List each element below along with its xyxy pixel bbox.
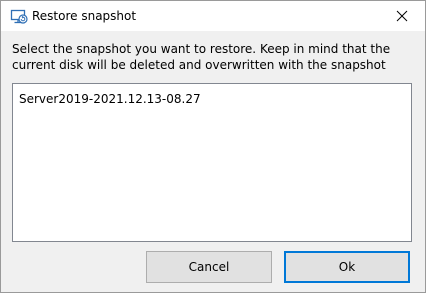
instruction-text: Select the snapshot you want to restore.… [12, 42, 391, 72]
restore-snapshot-dialog: Restore snapshot Select the snapshot you… [0, 0, 426, 293]
virtual-machine-restore-icon [10, 9, 28, 24]
ok-button[interactable]: Ok [284, 251, 410, 283]
close-button[interactable] [379, 1, 425, 31]
window-title: Restore snapshot [32, 9, 137, 23]
title-bar[interactable]: Restore snapshot [1, 1, 425, 31]
cancel-button[interactable]: Cancel [146, 251, 272, 283]
snapshot-list[interactable]: Server2019-2021.12.13-08.27 [12, 83, 412, 242]
close-icon [396, 7, 408, 26]
snapshot-list-item[interactable]: Server2019-2021.12.13-08.27 [19, 91, 201, 107]
